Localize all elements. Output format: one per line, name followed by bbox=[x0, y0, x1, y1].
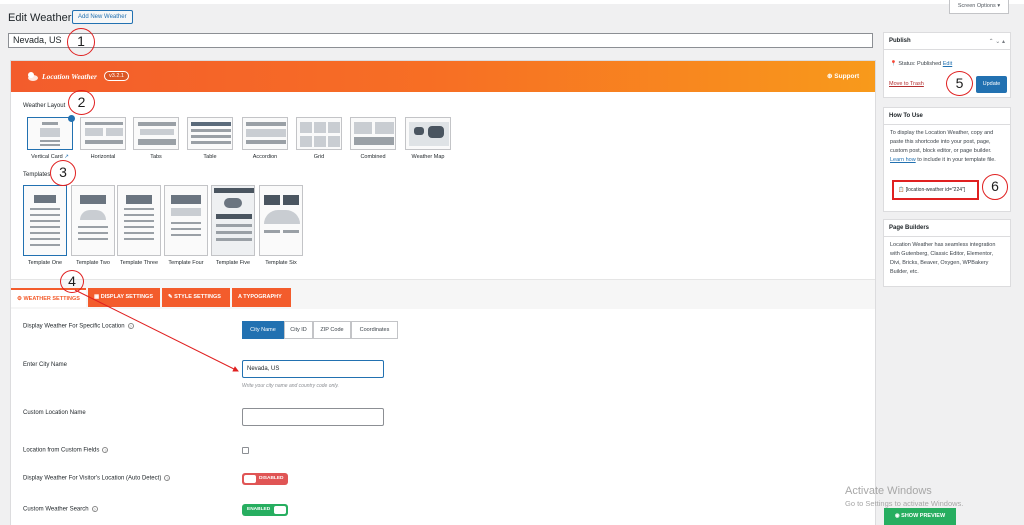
layout-tabs[interactable] bbox=[133, 117, 179, 150]
shortcode-field[interactable]: 📋 [location-weather id="224"] bbox=[892, 180, 979, 200]
annotation-marker-3: 3 bbox=[50, 160, 76, 186]
layout-grid[interactable] bbox=[296, 117, 342, 150]
page-builders-title: Page Builders bbox=[884, 220, 1010, 237]
status-edit-link[interactable]: Edit bbox=[943, 61, 952, 67]
template-label-two: Template Two bbox=[76, 260, 110, 266]
template-two-card[interactable] bbox=[71, 185, 115, 256]
annotation-marker-4: 4 bbox=[60, 270, 84, 293]
tab-style-settings[interactable]: ✎ STYLE SETTINGS bbox=[162, 288, 230, 307]
activate-windows-title: Activate Windows bbox=[845, 485, 932, 497]
template-label-four: Template Four bbox=[168, 260, 204, 266]
post-title-input[interactable]: Nevada, US bbox=[8, 33, 873, 48]
version-badge: v3.2.1 bbox=[104, 71, 129, 81]
publish-title: Publish ⌃ ⌄ ▴ bbox=[884, 33, 1010, 50]
option-coordinates[interactable]: Coordinates bbox=[351, 321, 398, 339]
layout-vertical-card[interactable] bbox=[27, 115, 75, 150]
template-six-card[interactable] bbox=[259, 185, 303, 256]
layout-label-weather-map: Weather Map bbox=[411, 154, 445, 160]
annotation-marker-6: 6 bbox=[982, 174, 1008, 200]
annotation-marker-1: 1 bbox=[67, 28, 95, 56]
template-label-three: Template Three bbox=[119, 260, 159, 266]
weather-layout-label: Weather Layout bbox=[23, 103, 66, 109]
support-link[interactable]: ⊕ Support bbox=[827, 72, 859, 80]
option-city-id[interactable]: City ID bbox=[284, 321, 313, 339]
template-five-card[interactable] bbox=[211, 185, 255, 256]
custom-fields-label: Location from Custom Fields? bbox=[23, 447, 109, 454]
city-name-hint: Write your city name and country code on… bbox=[242, 383, 339, 389]
weather-logo-icon bbox=[28, 72, 38, 81]
box-controls[interactable]: ⌃ ⌄ ▴ bbox=[989, 38, 1005, 45]
layout-label-vertical-card: Vertical Card ↗ bbox=[31, 154, 69, 160]
template-label-one: Template One bbox=[27, 260, 63, 266]
plugin-banner bbox=[11, 61, 875, 92]
layout-weather-map[interactable] bbox=[405, 117, 451, 150]
update-button[interactable]: Update bbox=[976, 76, 1007, 93]
layout-label-accordion: Accordion bbox=[252, 154, 278, 160]
add-new-weather-button[interactable]: Add New Weather bbox=[72, 10, 133, 24]
how-to-use-title: How To Use bbox=[884, 108, 1010, 125]
layout-label-table: Table bbox=[203, 154, 217, 160]
visitor-location-label: Display Weather For Visitor's Location (… bbox=[23, 475, 171, 482]
layout-accordion[interactable] bbox=[242, 117, 288, 150]
top-strip bbox=[0, 0, 1024, 4]
page-title: Edit Weather bbox=[8, 12, 72, 24]
publish-status: 📍 Status: Published Edit bbox=[890, 61, 953, 67]
template-label-six: Template Six bbox=[265, 260, 297, 266]
location-type-label: Display Weather For Specific Location? bbox=[23, 323, 134, 330]
city-name-input[interactable]: Nevada, US bbox=[242, 360, 384, 378]
template-label-five: Template Five bbox=[215, 260, 251, 266]
custom-search-toggle[interactable]: ENABLED bbox=[242, 504, 288, 516]
how-to-use-text: To display the Location Weather, copy an… bbox=[890, 130, 996, 163]
activate-windows-subtitle: Go to Settings to activate Windows. bbox=[845, 499, 964, 508]
layout-label-grid: Grid bbox=[313, 154, 325, 160]
show-preview-button[interactable]: ◉ SHOW PREVIEW bbox=[884, 508, 956, 525]
layout-horizontal[interactable] bbox=[80, 117, 126, 150]
help-icon: ? bbox=[164, 475, 171, 481]
help-icon: ? bbox=[102, 447, 109, 453]
layout-table[interactable] bbox=[187, 117, 233, 150]
option-zip-code[interactable]: ZIP Code bbox=[313, 321, 351, 339]
custom-location-input[interactable] bbox=[242, 408, 384, 426]
template-three-card[interactable] bbox=[117, 185, 161, 256]
page-builders-box: Page Builders Location Weather has seaml… bbox=[883, 219, 1011, 287]
tab-typography[interactable]: A TYPOGRAPHY bbox=[232, 288, 291, 307]
template-four-card[interactable] bbox=[164, 185, 208, 256]
annotation-marker-2: 2 bbox=[68, 90, 95, 115]
annotation-marker-5: 5 bbox=[946, 71, 973, 96]
layout-label-tabs: Tabs bbox=[150, 154, 162, 160]
learn-how-link[interactable]: Learn how bbox=[890, 157, 916, 163]
layout-label-horizontal: Horizontal bbox=[90, 154, 116, 160]
tab-display-settings[interactable]: ▦ DISPLAY SETTINGS bbox=[88, 288, 160, 307]
help-icon: ? bbox=[127, 323, 134, 329]
move-to-trash-link[interactable]: Move to Trash bbox=[889, 81, 924, 87]
custom-fields-checkbox[interactable] bbox=[242, 447, 249, 454]
templates-label: Templates bbox=[23, 172, 51, 178]
custom-search-label: Custom Weather Search? bbox=[23, 506, 98, 513]
help-icon: ? bbox=[91, 506, 98, 512]
support-label: Support bbox=[834, 73, 860, 80]
screen-options-button[interactable]: Screen Options ▾ bbox=[949, 0, 1009, 14]
layout-label-combined: Combined bbox=[360, 154, 386, 160]
visitor-location-toggle[interactable]: DISABLED bbox=[242, 473, 288, 485]
city-name-label: Enter City Name bbox=[23, 362, 68, 368]
plugin-logo-text: Location Weather bbox=[42, 72, 97, 81]
custom-location-label: Custom Location Name bbox=[23, 410, 86, 416]
option-city-name[interactable]: City Name bbox=[242, 321, 284, 339]
layout-combined[interactable] bbox=[350, 117, 396, 150]
template-one-card[interactable] bbox=[23, 185, 67, 256]
page-builders-text: Location Weather has seamless integratio… bbox=[890, 242, 996, 275]
